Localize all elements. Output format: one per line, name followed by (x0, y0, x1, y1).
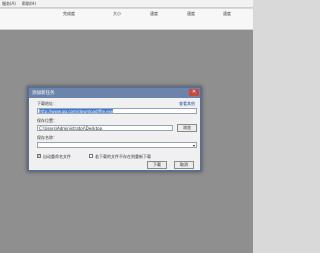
menu-help[interactable]: 帮助(H) (22, 1, 36, 7)
cancel-button[interactable]: 取消 (174, 161, 194, 169)
redownload-checkbox[interactable] (89, 154, 93, 158)
save-name-label: 保存名称： (37, 135, 57, 140)
auto-rename-label: 自动重命名文件 (43, 153, 71, 159)
redownload-label: 若下载的文件不存在则重新下载 (95, 153, 151, 159)
save-name-select[interactable]: ▾ (37, 142, 197, 148)
menu-service[interactable]: 服务(A) (2, 1, 16, 7)
url-other-link[interactable]: 查看其他 (179, 101, 195, 107)
save-path-label: 保存位置： (37, 118, 57, 123)
dialog-title: 添加新任务 (29, 88, 200, 98)
auto-rename-checkbox[interactable] (37, 153, 41, 158)
browse-button[interactable]: 浏览 (177, 124, 197, 132)
chevron-down-icon: ▾ (192, 143, 195, 148)
url-input-text: http://www.qq.com/download/file.exe (39, 109, 114, 114)
column-speed-3[interactable]: 速度 (223, 11, 231, 17)
download-button[interactable]: 下载 (147, 161, 167, 169)
add-task-dialog: 添加新任务 ✕ 下载地址： 查看其他 http://www.qq.com/dow… (27, 86, 202, 172)
column-size[interactable]: 大小 (113, 11, 121, 17)
url-input[interactable]: http://www.qq.com/download/file.exe (37, 108, 197, 114)
column-speed-2[interactable]: 速度 (187, 11, 195, 17)
menu-bar: 服务(A) 帮助(H) (0, 0, 253, 8)
url-label: 下载地址： (37, 101, 57, 106)
column-header: 完成度 大小 速度 速度 速度 (0, 9, 253, 30)
column-progress[interactable]: 完成度 (63, 11, 75, 17)
close-icon[interactable]: ✕ (189, 89, 199, 96)
save-path-input[interactable]: C:\Users\Administrator\Desktop (37, 125, 173, 131)
column-speed[interactable]: 速度 (150, 11, 158, 17)
